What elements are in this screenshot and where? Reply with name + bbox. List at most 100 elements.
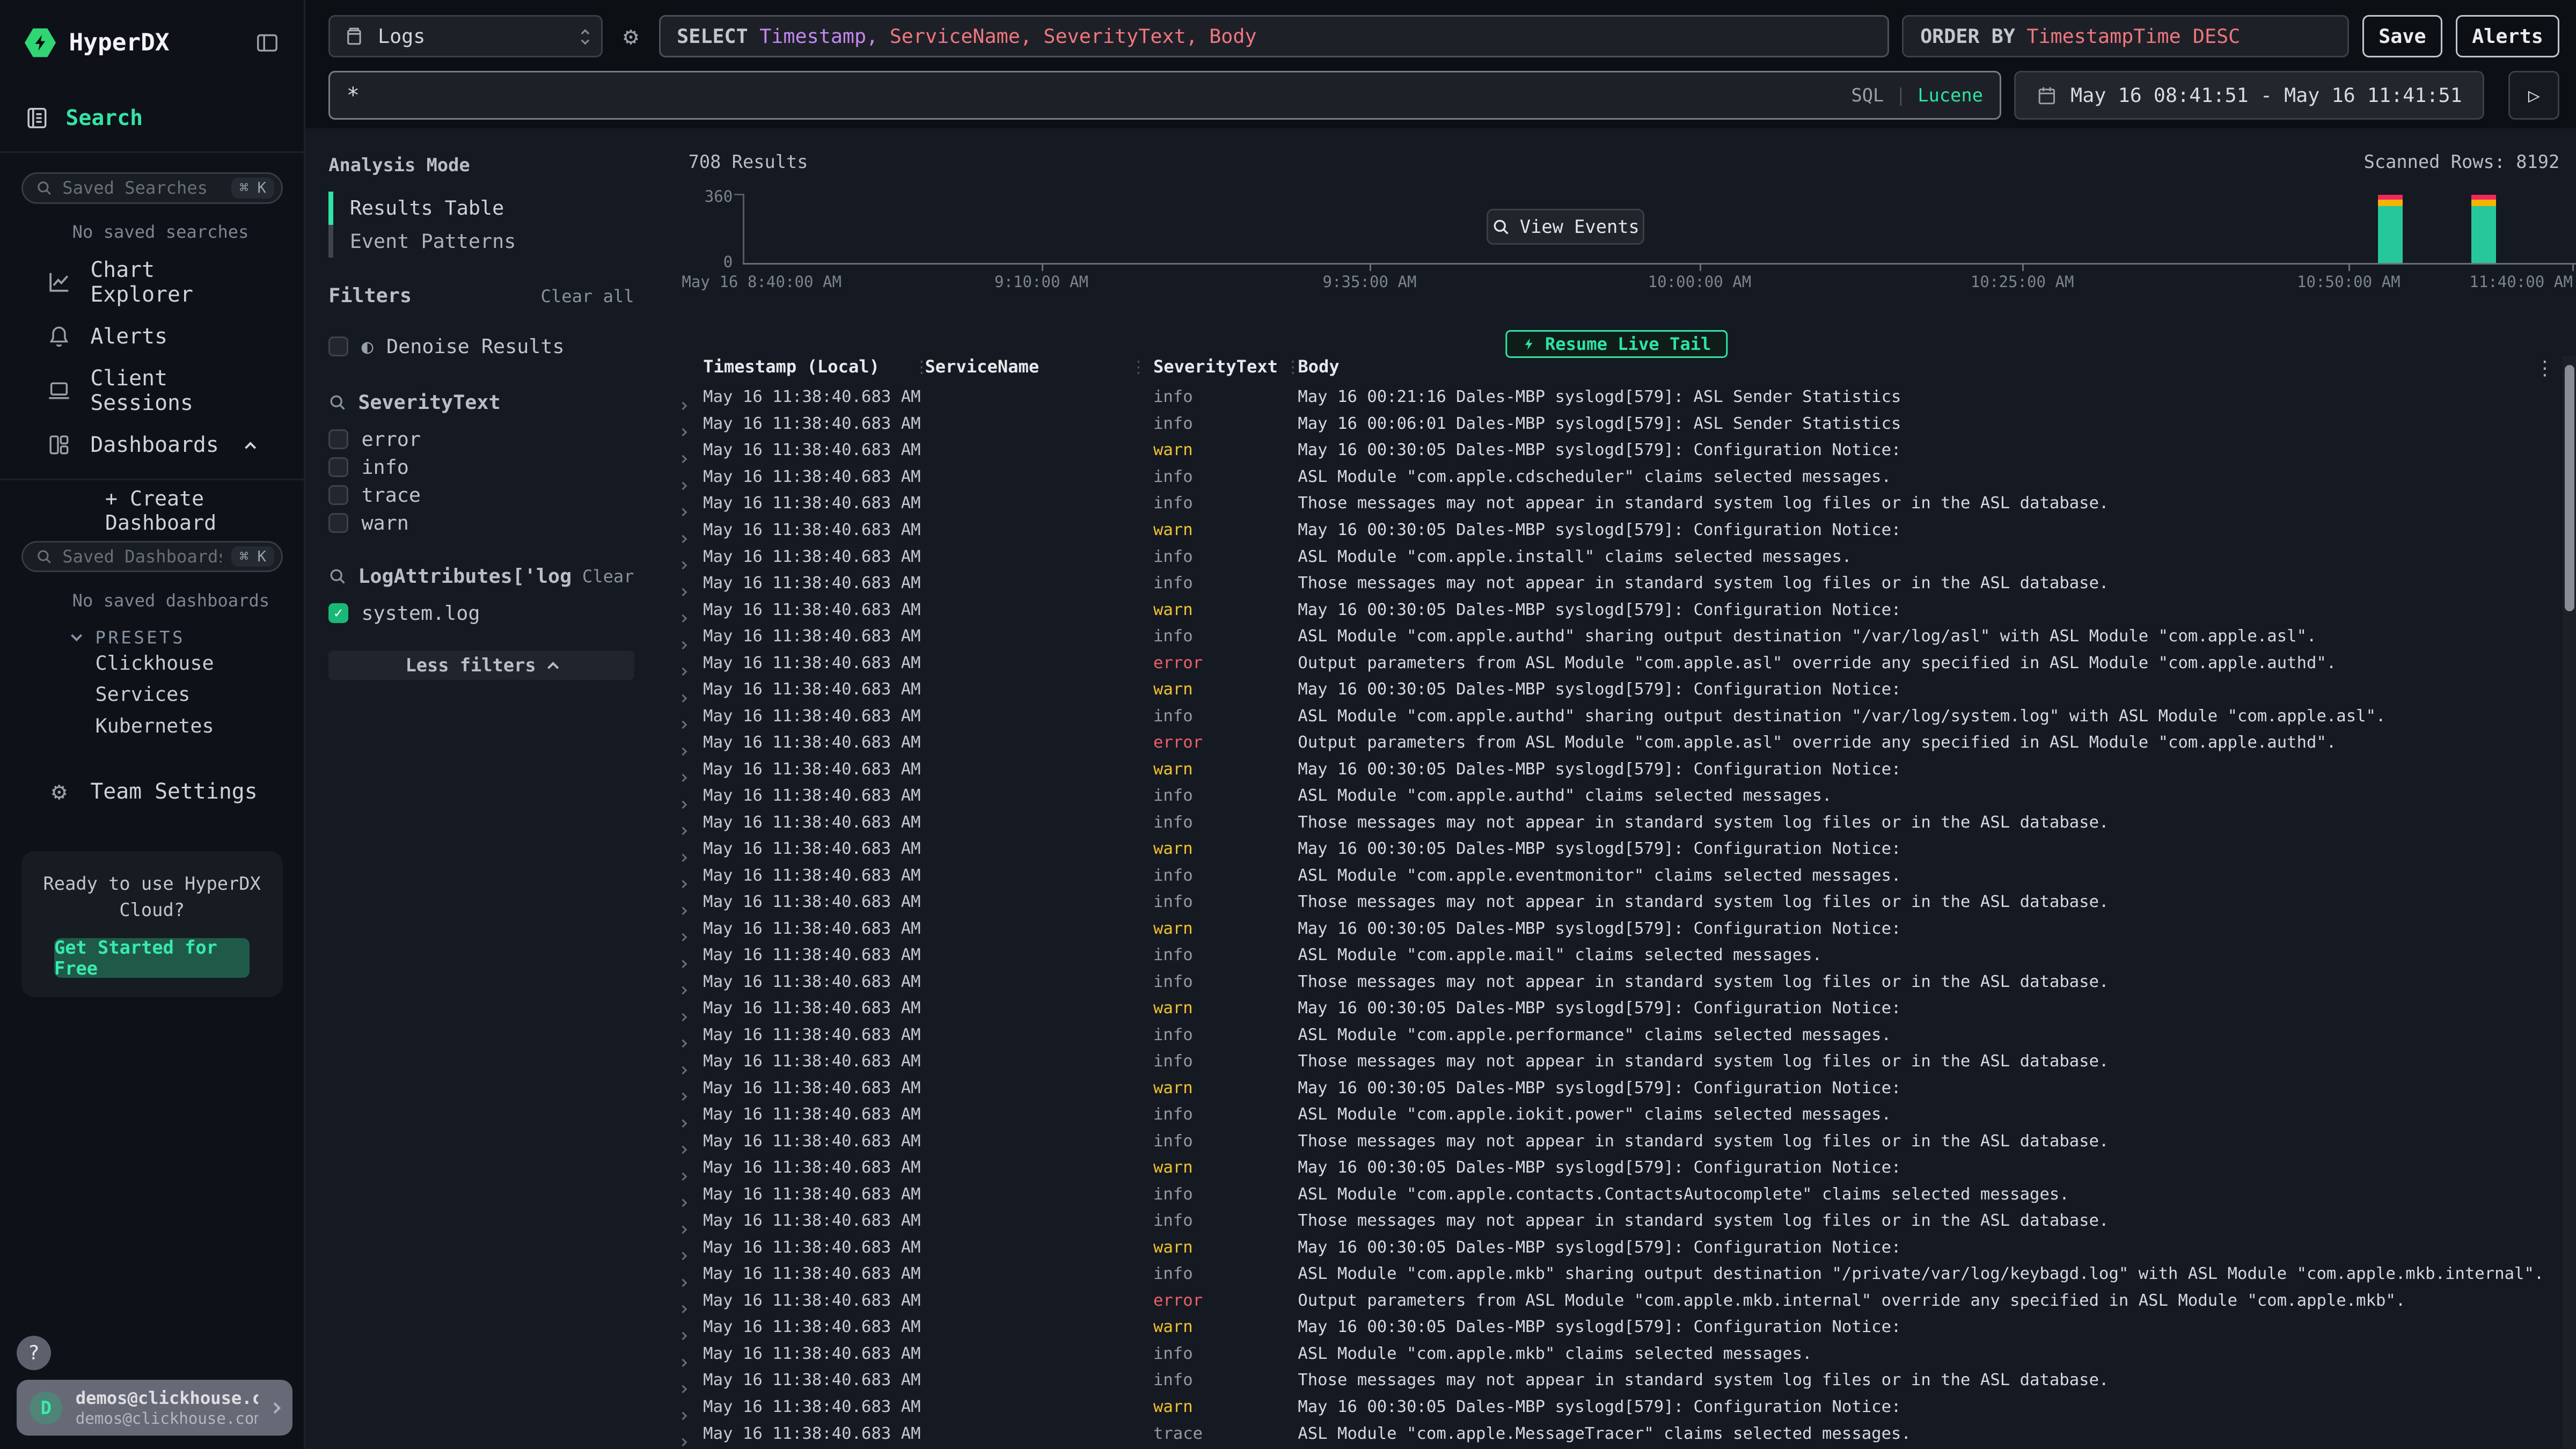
log-row[interactable]: May 16 11:38:40.683 AMinfoThose messages… bbox=[657, 1050, 2563, 1077]
expand-row-icon[interactable] bbox=[679, 827, 687, 835]
select-columns-input[interactable]: SELECT Timestamp,ServiceName,SeverityTex… bbox=[659, 15, 1889, 58]
filter-option-error[interactable]: error bbox=[328, 425, 634, 453]
log-row[interactable]: May 16 11:38:40.683 AMinfoMay 16 00:06:0… bbox=[657, 413, 2563, 440]
column-resize-handle[interactable]: ⋮ bbox=[913, 358, 930, 377]
log-row[interactable]: May 16 11:38:40.683 AMwarnMay 16 00:30:0… bbox=[657, 758, 2563, 785]
log-row[interactable]: May 16 11:38:40.683 AMinfoASL Module "co… bbox=[657, 625, 2563, 652]
search-input[interactable]: * SQL | Lucene bbox=[328, 71, 2001, 120]
clear-filter-button[interactable]: Clear bbox=[582, 566, 634, 587]
saved-searches-input[interactable]: Saved Searches ⌘ K bbox=[21, 172, 283, 203]
column-resize-handle[interactable]: ⋮ bbox=[1285, 358, 1301, 377]
checkbox[interactable] bbox=[328, 457, 348, 477]
log-row[interactable]: May 16 11:38:40.683 AMinfoThose messages… bbox=[657, 492, 2563, 519]
expand-row-icon[interactable] bbox=[679, 588, 687, 596]
expand-row-icon[interactable] bbox=[679, 1066, 687, 1074]
filter-option-warn[interactable]: warn bbox=[328, 509, 634, 537]
log-row[interactable]: May 16 11:38:40.683 AMinfoASL Module "co… bbox=[657, 705, 2563, 732]
log-row[interactable]: May 16 11:38:40.683 AMinfoMay 16 00:21:1… bbox=[657, 386, 2563, 413]
expand-row-icon[interactable] bbox=[679, 561, 687, 569]
log-row[interactable]: May 16 11:38:40.683 AMinfoASL Module "co… bbox=[657, 1024, 2563, 1051]
filter-option-trace[interactable]: trace bbox=[328, 481, 634, 509]
column-header-servicename[interactable]: ServiceName bbox=[925, 356, 1039, 377]
log-row[interactable]: May 16 11:38:40.683 AMinfoThose messages… bbox=[657, 891, 2563, 918]
run-query-button[interactable]: ▷ bbox=[2508, 71, 2559, 120]
column-header-body[interactable]: Body bbox=[1298, 356, 1339, 377]
sidebar-item-client-sessions[interactable]: Client Sessions bbox=[21, 364, 283, 418]
checkbox[interactable] bbox=[328, 336, 348, 356]
expand-row-icon[interactable] bbox=[679, 508, 687, 516]
get-started-button[interactable]: Get Started for Free bbox=[54, 938, 250, 977]
log-row[interactable]: May 16 11:38:40.683 AMwarnMay 16 00:30:0… bbox=[657, 439, 2563, 466]
scrollbar-thumb[interactable] bbox=[2565, 365, 2574, 611]
help-button[interactable]: ? bbox=[17, 1336, 51, 1370]
log-row[interactable]: May 16 11:38:40.683 AMinfoASL Module "co… bbox=[657, 466, 2563, 493]
sidebar-item-search[interactable]: Search bbox=[0, 85, 304, 153]
log-row[interactable]: May 16 11:38:40.683 AMwarnMay 16 00:30:0… bbox=[657, 1396, 2563, 1423]
log-row[interactable]: May 16 11:38:40.683 AMwarnMay 16 00:30:0… bbox=[657, 838, 2563, 865]
create-dashboard-button[interactable]: + Create Dashboard bbox=[21, 480, 283, 541]
log-row[interactable]: May 16 11:38:40.683 AMinfoThose messages… bbox=[657, 971, 2563, 998]
scrollbar-track[interactable] bbox=[2563, 356, 2575, 1449]
preset-item-clickhouse[interactable]: Clickhouse bbox=[96, 648, 283, 679]
expand-row-icon[interactable] bbox=[679, 880, 687, 888]
checkbox[interactable] bbox=[328, 485, 348, 505]
filter-option-info[interactable]: info bbox=[328, 453, 634, 481]
log-row[interactable]: May 16 11:38:40.683 AMinfoThose messages… bbox=[657, 1369, 2563, 1396]
filter-option-system-log[interactable]: ✓system.log bbox=[328, 599, 634, 627]
expand-row-icon[interactable] bbox=[679, 668, 687, 676]
log-row[interactable]: May 16 11:38:40.683 AMinfoThose messages… bbox=[657, 1130, 2563, 1157]
log-row[interactable]: May 16 11:38:40.683 AMwarnMay 16 00:30:0… bbox=[657, 1236, 2563, 1263]
expand-row-icon[interactable] bbox=[679, 1093, 687, 1101]
preset-item-kubernetes[interactable]: Kubernetes bbox=[96, 710, 283, 741]
log-row[interactable]: May 16 11:38:40.683 AMinfoASL Module "co… bbox=[657, 1183, 2563, 1210]
presets-toggle[interactable]: PRESETS bbox=[72, 627, 283, 648]
expand-row-icon[interactable] bbox=[679, 854, 687, 862]
log-row[interactable]: May 16 11:38:40.683 AMinfoASL Module "co… bbox=[657, 1263, 2563, 1290]
log-row[interactable]: May 16 11:38:40.683 AMinfoThose messages… bbox=[657, 1210, 2563, 1236]
preset-item-services[interactable]: Services bbox=[96, 679, 283, 710]
expand-row-icon[interactable] bbox=[679, 614, 687, 623]
histogram-bar[interactable] bbox=[2378, 195, 2403, 263]
expand-row-icon[interactable] bbox=[679, 1226, 687, 1234]
log-row[interactable]: May 16 11:38:40.683 AMinfoThose messages… bbox=[657, 572, 2563, 599]
expand-row-icon[interactable] bbox=[679, 641, 687, 649]
user-menu[interactable]: D demos@clickhouse.com demos@clickhouse.… bbox=[17, 1380, 292, 1436]
log-row[interactable]: May 16 11:38:40.683 AMinfoASL Module "co… bbox=[657, 865, 2563, 891]
log-row[interactable]: May 16 11:38:40.683 AMinfoASL Module "co… bbox=[657, 1103, 2563, 1130]
source-select[interactable]: Logs bbox=[328, 15, 603, 58]
log-row[interactable]: May 16 11:38:40.683 AMinfoASL Module "co… bbox=[657, 1343, 2563, 1370]
resume-live-tail-button[interactable]: Resume Live Tail bbox=[1506, 330, 1728, 358]
save-button[interactable]: Save bbox=[2362, 15, 2443, 58]
expand-row-icon[interactable] bbox=[679, 428, 687, 436]
expand-row-icon[interactable] bbox=[679, 1305, 687, 1313]
log-row[interactable]: May 16 11:38:40.683 AMinfoASL Module "co… bbox=[657, 785, 2563, 811]
saved-dashboards-input[interactable]: Saved Dashboards ⌘ K bbox=[21, 541, 283, 572]
expand-row-icon[interactable] bbox=[679, 1411, 687, 1419]
log-row[interactable]: May 16 11:38:40.683 AMtraceASL Module "c… bbox=[657, 1422, 2563, 1448]
log-row[interactable]: May 16 11:38:40.683 AMwarnMay 16 00:30:0… bbox=[657, 1077, 2563, 1104]
alerts-button[interactable]: Alerts bbox=[2456, 15, 2560, 58]
denoise-results-checkbox[interactable]: ◐ Denoise Results bbox=[328, 330, 634, 363]
mode-results-table[interactable]: Results Table bbox=[328, 192, 634, 224]
expand-row-icon[interactable] bbox=[679, 907, 687, 915]
column-header-severitytext[interactable]: SeverityText bbox=[1153, 356, 1278, 377]
log-row[interactable]: May 16 11:38:40.683 AMerrorOutput parame… bbox=[657, 652, 2563, 679]
sidebar-item-team-settings[interactable]: ⚙ Team Settings bbox=[21, 764, 283, 818]
checkbox[interactable]: ✓ bbox=[328, 603, 348, 623]
less-filters-button[interactable]: Less filters bbox=[328, 650, 634, 680]
expand-row-icon[interactable] bbox=[679, 1146, 687, 1154]
log-row[interactable]: May 16 11:38:40.683 AMinfoThose messages… bbox=[657, 811, 2563, 838]
date-range-picker[interactable]: May 16 08:41:51 - May 16 11:41:51 bbox=[2014, 71, 2484, 120]
sql-toggle[interactable]: SQL bbox=[1851, 85, 1884, 106]
column-header-timestamp-local-[interactable]: Timestamp (Local) bbox=[703, 356, 880, 377]
expand-row-icon[interactable] bbox=[679, 1119, 687, 1128]
checkbox[interactable] bbox=[328, 429, 348, 449]
expand-row-icon[interactable] bbox=[679, 1438, 687, 1446]
view-events-button[interactable]: View Events bbox=[1487, 209, 1644, 245]
expand-row-icon[interactable] bbox=[679, 1252, 687, 1260]
expand-row-icon[interactable] bbox=[679, 721, 687, 729]
expand-row-icon[interactable] bbox=[679, 933, 687, 941]
expand-row-icon[interactable] bbox=[679, 481, 687, 489]
source-settings-gear-icon[interactable]: ⚙ bbox=[603, 21, 658, 50]
log-row[interactable]: May 16 11:38:40.683 AMwarnMay 16 00:30:0… bbox=[657, 1316, 2563, 1343]
